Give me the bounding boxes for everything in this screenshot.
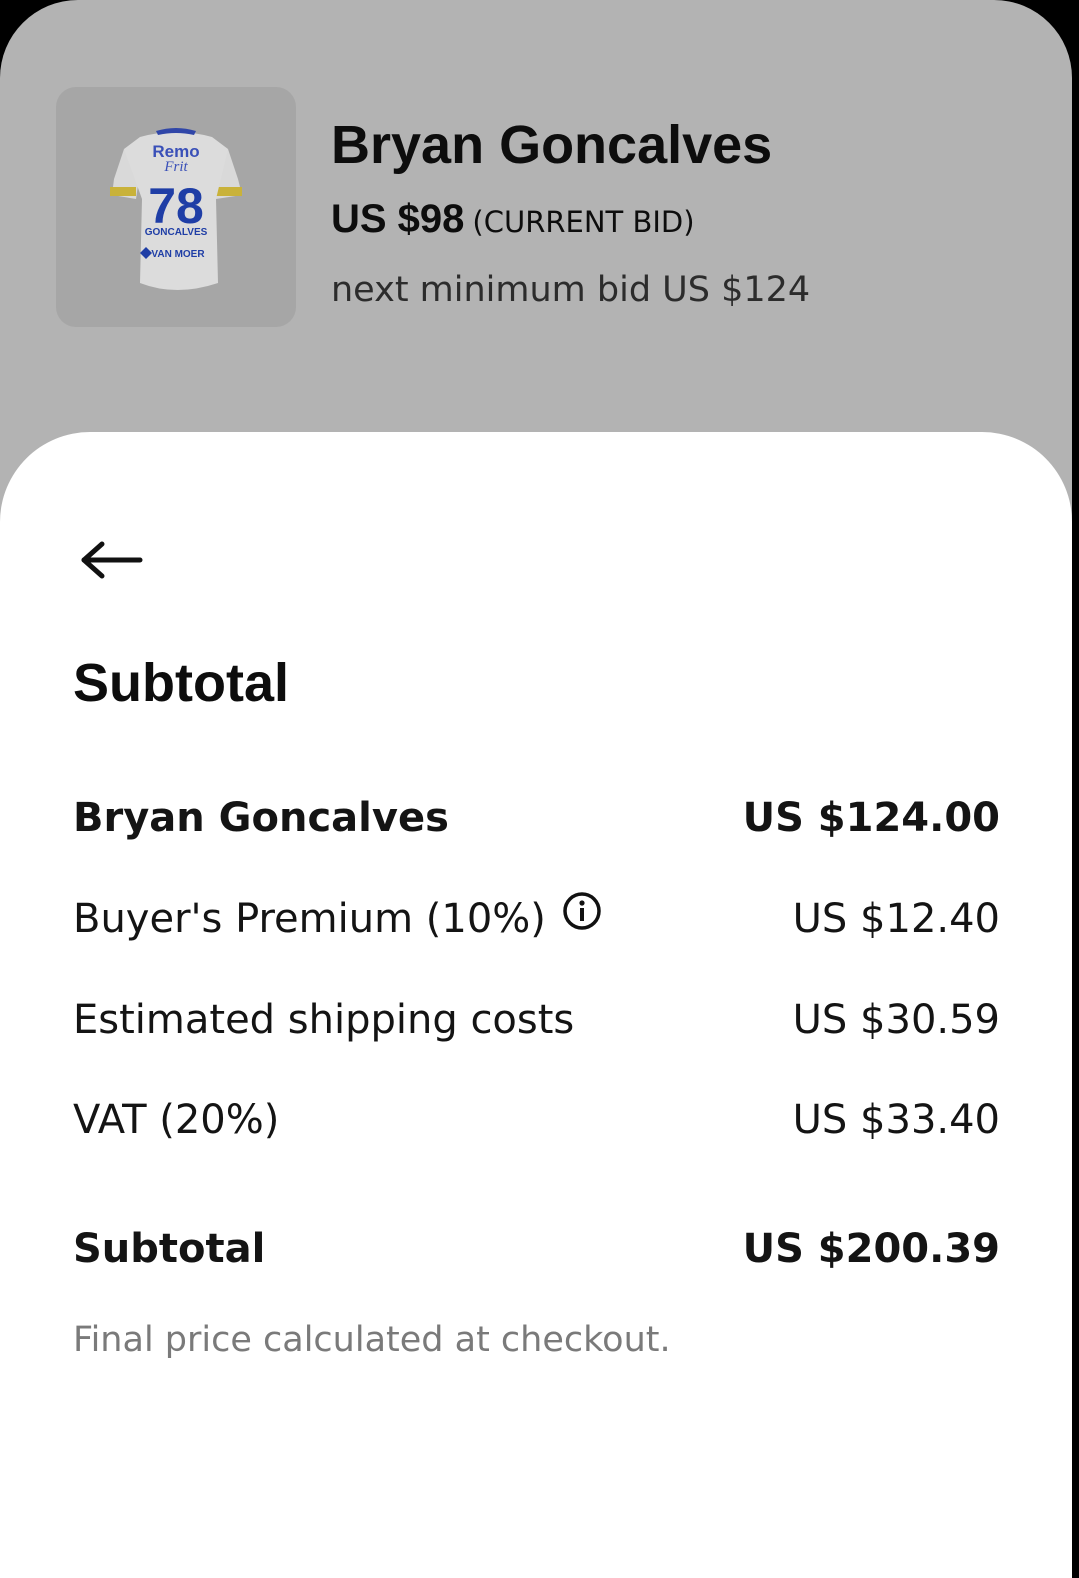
jersey-thumbnail[interactable]: Remo Frit 78 GONCALVES VAN MOER	[56, 87, 296, 327]
vat-value: US $33.40	[792, 1097, 1000, 1143]
next-minimum-bid: next minimum bid US $124	[331, 270, 811, 310]
svg-text:GONCALVES: GONCALVES	[145, 227, 208, 238]
jersey-image: Remo Frit 78 GONCALVES VAN MOER	[110, 128, 242, 290]
svg-text:78: 78	[148, 178, 204, 234]
sheet-title: Subtotal	[73, 653, 289, 713]
svg-text:Frit: Frit	[163, 159, 188, 175]
buyers-premium-label-wrap: Buyer's Premium (10%)	[73, 892, 602, 942]
item-title: Bryan Goncalves	[331, 115, 773, 175]
shipping-label: Estimated shipping costs	[73, 997, 575, 1043]
buyers-premium-label: Buyer's Premium (10%)	[73, 896, 546, 942]
current-bid-amount: US $98	[331, 197, 465, 241]
current-bid: US $98 (CURRENT BID)	[331, 197, 695, 242]
vat-label: VAT (20%)	[73, 1097, 280, 1143]
subtotal-label: Subtotal	[73, 1226, 266, 1272]
screen-edge	[1072, 0, 1079, 1578]
buyers-premium-row: Buyer's Premium (10%) US $12.40	[73, 889, 1000, 949]
auction-screen: Remo Frit 78 GONCALVES VAN MOER Bryan Go…	[0, 0, 1072, 1578]
vat-row: VAT (20%) US $33.40	[73, 1090, 1000, 1150]
svg-text:VAN MOER: VAN MOER	[151, 249, 205, 260]
subtotal-value: US $200.39	[742, 1226, 1000, 1272]
shipping-value: US $30.59	[792, 997, 1000, 1043]
current-bid-label: (CURRENT BID)	[472, 205, 695, 239]
buyers-premium-value: US $12.40	[792, 896, 1000, 942]
line-item-value: US $124.00	[742, 795, 1000, 841]
arrow-left-icon	[81, 541, 143, 579]
info-icon[interactable]	[562, 891, 602, 931]
shipping-row: Estimated shipping costs US $30.59	[73, 990, 1000, 1050]
subtotal-row: Subtotal US $200.39	[73, 1219, 1000, 1279]
line-item-row: Bryan Goncalves US $124.00	[73, 788, 1000, 848]
checkout-note: Final price calculated at checkout.	[73, 1320, 671, 1360]
line-item-label: Bryan Goncalves	[73, 795, 449, 841]
back-button[interactable]	[80, 538, 146, 582]
